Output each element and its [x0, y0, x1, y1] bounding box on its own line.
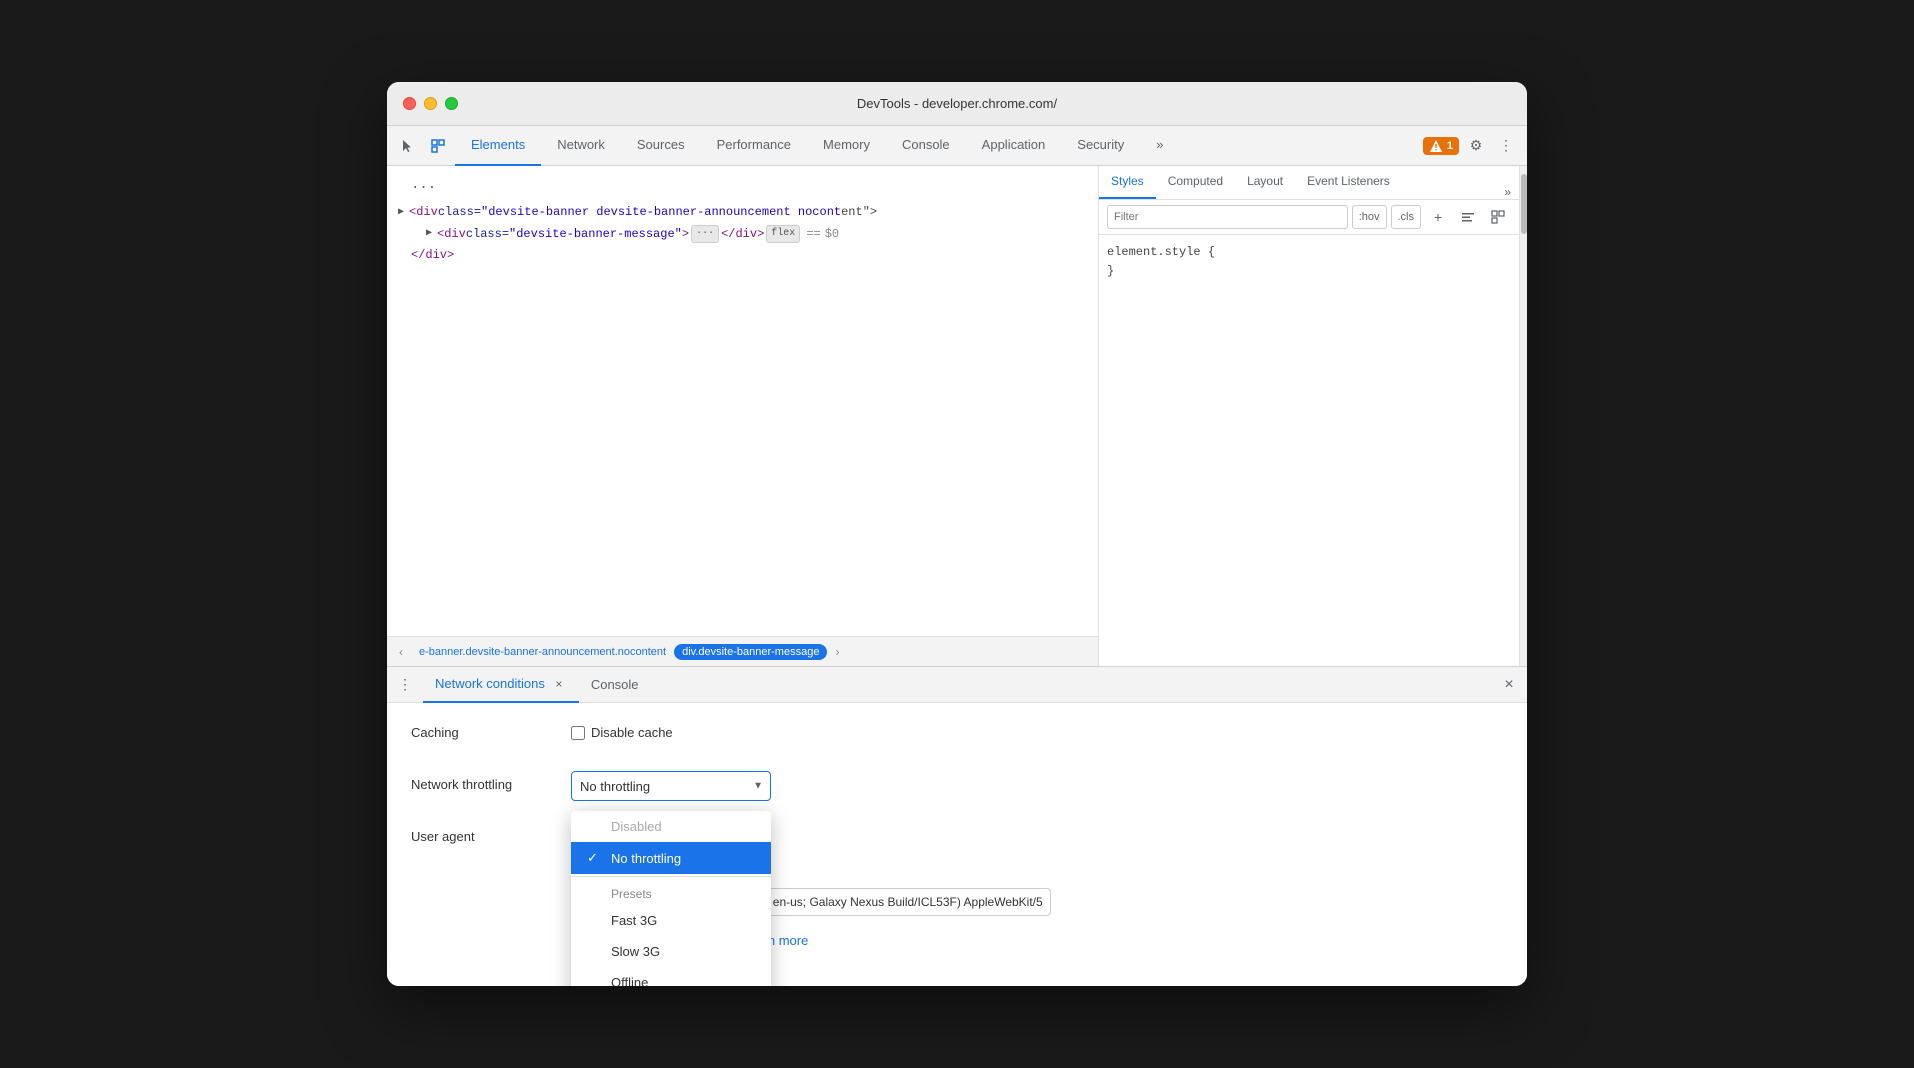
- breadcrumb-item-2[interactable]: div.devsite-banner-message: [674, 644, 827, 660]
- cursor-icon[interactable]: [395, 133, 421, 159]
- caching-checkbox[interactable]: [571, 726, 585, 740]
- caching-row: Caching Disable cache: [411, 719, 1503, 751]
- drawer-tab-network-conditions[interactable]: Network conditions ×: [423, 667, 579, 703]
- breadcrumb-left-arrow[interactable]: ‹: [391, 637, 411, 667]
- tab-console[interactable]: Console: [886, 126, 966, 166]
- html-line-1[interactable]: ▶ <div class= "devsite-banner devsite-ba…: [387, 202, 1098, 223]
- more-options-icon[interactable]: ⋮: [1493, 133, 1519, 159]
- drawer-tab-console[interactable]: Console: [579, 667, 651, 703]
- dropdown-presets-header: Presets: [571, 879, 771, 905]
- settings-icon[interactable]: ⚙: [1463, 133, 1489, 159]
- breadcrumb-bar: ‹ e-banner.devsite-banner-announcement.n…: [387, 636, 1098, 666]
- inspect-icon[interactable]: [1485, 204, 1511, 230]
- tab-application[interactable]: Application: [966, 126, 1062, 166]
- hov-button[interactable]: :hov: [1352, 205, 1387, 229]
- tab-sources[interactable]: Sources: [621, 126, 701, 166]
- tab-styles[interactable]: Styles: [1099, 165, 1156, 199]
- window-title: DevTools - developer.chrome.com/: [857, 96, 1057, 111]
- nc-content: Caching Disable cache Network throttling…: [387, 703, 1527, 986]
- throttling-select[interactable]: No throttling Fast 3G Slow 3G Offline: [571, 771, 771, 801]
- breadcrumb-item-1[interactable]: e-banner.devsite-banner-announcement.noc…: [411, 644, 674, 660]
- caching-checkbox-label[interactable]: Disable cache: [571, 719, 673, 740]
- add-style-icon[interactable]: +: [1425, 204, 1451, 230]
- toolbar-right: 1 ⚙ ⋮: [1423, 133, 1519, 159]
- dropdown-slow3g-item[interactable]: Slow 3G: [571, 936, 771, 967]
- html-line-2[interactable]: ▶ <div class= "devsite-banner-message" >…: [387, 224, 1098, 245]
- new-style-rule-icon[interactable]: [1455, 204, 1481, 230]
- inspector-icon[interactable]: [425, 133, 451, 159]
- dropdown-divider-1: [571, 876, 771, 877]
- html-line-3[interactable]: </div>: [387, 245, 1098, 266]
- tab-elements[interactable]: Elements: [455, 126, 541, 166]
- check-icon: ✓: [587, 850, 603, 866]
- drawer-close-button[interactable]: ×: [1495, 671, 1523, 699]
- elements-panel: ··· ▶ <div class= "devsite-banner devsit…: [387, 166, 1099, 666]
- dropdown-disabled-item: Disabled: [571, 811, 771, 842]
- triangle-icon-2: ▶: [423, 228, 435, 240]
- minimize-button[interactable]: [424, 97, 437, 110]
- styles-tabs: Styles Computed Layout Event Listeners »: [1099, 166, 1519, 200]
- throttling-dropdown: Disabled ✓ No throttling Presets Fast 3G: [571, 811, 771, 986]
- tab-event-listeners[interactable]: Event Listeners: [1295, 165, 1402, 199]
- throttling-row: Network throttling No throttling Fast 3G…: [411, 771, 1503, 803]
- throttling-select-wrapper: No throttling Fast 3G Slow 3G Offline ▼: [571, 771, 771, 801]
- throttling-control: No throttling Fast 3G Slow 3G Offline ▼: [571, 771, 1503, 801]
- tab-memory[interactable]: Memory: [807, 126, 886, 166]
- ellipsis-badge: ···: [691, 225, 719, 243]
- styles-panel: Styles Computed Layout Event Listeners »: [1099, 166, 1519, 666]
- notification-badge[interactable]: 1: [1423, 137, 1459, 155]
- drawer-menu-icon[interactable]: ⋮: [391, 671, 419, 699]
- drawer-tab-close[interactable]: ×: [551, 676, 567, 692]
- right-scrollbar[interactable]: [1519, 166, 1527, 666]
- main-content: ··· ▶ <div class= "devsite-banner devsit…: [387, 166, 1527, 666]
- styles-filter-bar: :hov .cls +: [1099, 200, 1519, 235]
- devtools-toolbar: Elements Network Sources Performance Mem…: [387, 126, 1527, 166]
- dropdown-no-throttling-item[interactable]: ✓ No throttling: [571, 842, 771, 874]
- styles-content: element.style { }: [1099, 235, 1519, 666]
- throttling-label: Network throttling: [411, 771, 571, 792]
- caching-control: Disable cache: [571, 719, 1503, 740]
- filter-input[interactable]: [1107, 205, 1348, 229]
- tab-performance[interactable]: Performance: [701, 126, 807, 166]
- caching-label: Caching: [411, 719, 571, 740]
- tab-security[interactable]: Security: [1061, 126, 1140, 166]
- triangle-icon: ▶: [395, 207, 407, 219]
- user-agent-label: User agent: [411, 823, 571, 844]
- scrollbar-thumb[interactable]: [1521, 174, 1527, 234]
- traffic-lights: [403, 97, 458, 110]
- close-button[interactable]: [403, 97, 416, 110]
- dropdown-fast3g-item[interactable]: Fast 3G: [571, 905, 771, 936]
- bottom-drawer: ⋮ Network conditions × Console × Caching: [387, 666, 1527, 986]
- tab-more[interactable]: »: [1140, 126, 1179, 166]
- drawer-tabs-bar: ⋮ Network conditions × Console ×: [387, 667, 1527, 703]
- breadcrumb-right-arrow[interactable]: ›: [827, 637, 847, 667]
- cls-button[interactable]: .cls: [1391, 205, 1422, 229]
- devtools-window: DevTools - developer.chrome.com/ Element…: [387, 82, 1527, 986]
- toolbar-tabs: Elements Network Sources Performance Mem…: [455, 126, 1419, 166]
- tab-layout[interactable]: Layout: [1235, 165, 1295, 199]
- html-line-dots: ···: [387, 174, 1098, 202]
- styles-more-button[interactable]: »: [1496, 185, 1519, 199]
- title-bar: DevTools - developer.chrome.com/: [387, 82, 1527, 126]
- tab-computed[interactable]: Computed: [1156, 165, 1235, 199]
- maximize-button[interactable]: [445, 97, 458, 110]
- flex-badge: flex: [766, 225, 800, 243]
- dropdown-offline-item[interactable]: Offline: [571, 967, 771, 986]
- html-view: ··· ▶ <div class= "devsite-banner devsit…: [387, 166, 1098, 636]
- tab-network[interactable]: Network: [541, 126, 621, 166]
